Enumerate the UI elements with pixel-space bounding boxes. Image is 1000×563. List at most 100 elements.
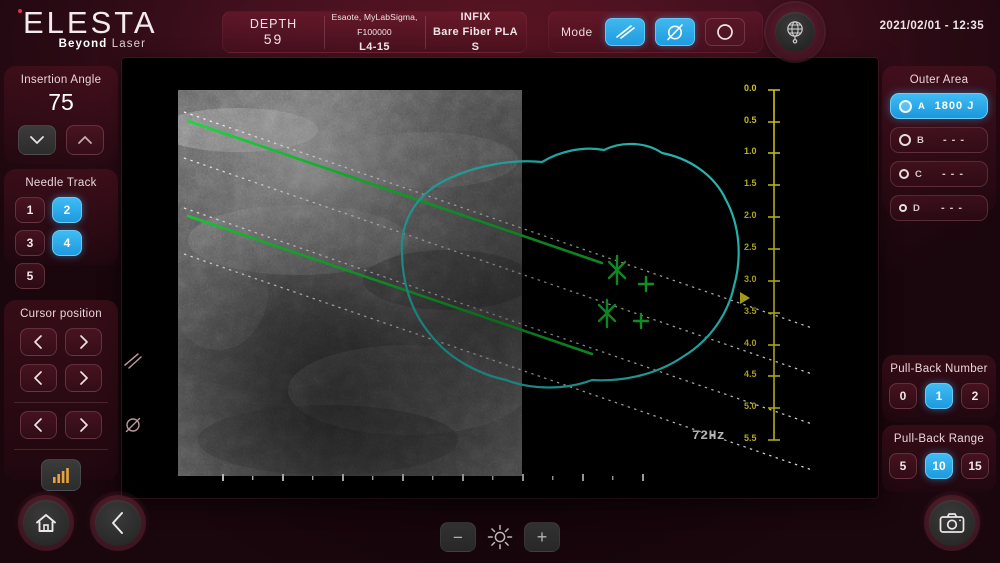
depth-tick-7: 3.5 bbox=[744, 306, 757, 316]
area-value-d: - - - bbox=[925, 202, 979, 214]
circle-icon bbox=[714, 21, 736, 43]
pull-back-number-option-1[interactable]: 1 bbox=[925, 383, 953, 409]
cursor-row2-next-button[interactable] bbox=[65, 364, 102, 392]
outer-area-row-d[interactable]: D - - - bbox=[890, 195, 988, 221]
area-letter-c: C bbox=[915, 169, 927, 180]
cursor-row1-next-button[interactable] bbox=[65, 328, 102, 356]
depth-tick-2: 1.0 bbox=[744, 146, 757, 156]
mode-label: Mode bbox=[561, 25, 593, 39]
area-value-c: - - - bbox=[927, 168, 979, 180]
pull-back-number-group: Pull-Back Number 0 1 2 bbox=[882, 355, 996, 422]
home-icon bbox=[34, 511, 58, 535]
chevron-down-icon bbox=[29, 135, 45, 145]
insertion-angle-title: Insertion Angle bbox=[4, 66, 118, 86]
depth-tick-9: 4.5 bbox=[744, 369, 757, 379]
ultrasound-viewport[interactable]: 0.0 0.5 1.0 1.5 2.0 2.5 3.0 3.5 4.0 4.5 … bbox=[122, 58, 878, 498]
outer-area-group: Outer Area A 1800 J B - - - C - - - D - … bbox=[882, 66, 996, 212]
chevron-right-icon bbox=[78, 417, 89, 433]
outer-area-row-b[interactable]: B - - - bbox=[890, 127, 988, 153]
crossed-circle-icon bbox=[122, 414, 144, 436]
outer-area-row-a[interactable]: A 1800 J bbox=[890, 93, 988, 119]
pull-back-range-option-10[interactable]: 10 bbox=[925, 453, 953, 479]
depth-tick-10: 5.0 bbox=[744, 401, 757, 411]
right-sidebar: Outer Area A 1800 J B - - - C - - - D - … bbox=[878, 62, 1000, 497]
needle-track-option-3[interactable]: 3 bbox=[15, 230, 45, 256]
home-button[interactable] bbox=[14, 491, 78, 555]
pull-back-number-option-2[interactable]: 2 bbox=[961, 383, 989, 409]
cursor-position-row-2 bbox=[4, 364, 118, 392]
pull-back-range-option-15[interactable]: 15 bbox=[961, 453, 989, 479]
cursor-row3-next-button[interactable] bbox=[65, 411, 102, 439]
insertion-angle-decrease-button[interactable] bbox=[18, 125, 56, 155]
pull-back-number-option-0[interactable]: 0 bbox=[889, 383, 917, 409]
brightness-sun-icon bbox=[487, 524, 513, 550]
signal-chart-button[interactable] bbox=[41, 459, 81, 491]
cursor-divider-1 bbox=[14, 402, 108, 403]
area-indicator-a-icon bbox=[899, 100, 912, 113]
cursor-position-row-3 bbox=[4, 411, 118, 439]
back-button-inner bbox=[95, 500, 141, 546]
capture-button-inner bbox=[929, 500, 975, 546]
cursor-row3-prev-button[interactable] bbox=[20, 411, 57, 439]
needle-track-option-4[interactable]: 4 bbox=[52, 230, 82, 256]
cursor-row2-prev-button[interactable] bbox=[20, 364, 57, 392]
globe-icon bbox=[783, 19, 807, 45]
mode-button-parallel-lines[interactable] bbox=[605, 18, 645, 46]
mode-button-crossed-circle[interactable] bbox=[655, 18, 695, 46]
brand-logo: ELESTA Beyond Laser bbox=[18, 6, 218, 50]
insertion-angle-group: Insertion Angle 75 bbox=[4, 66, 118, 164]
depth-tick-6: 3.0 bbox=[744, 274, 757, 284]
depth-tick-3: 1.5 bbox=[744, 178, 757, 188]
depth-label: DEPTH bbox=[227, 17, 320, 32]
pull-back-range-title: Pull-Back Range bbox=[882, 425, 996, 445]
needle-track-option-1[interactable]: 1 bbox=[15, 197, 45, 223]
needle-track-option-5[interactable]: 5 bbox=[15, 263, 45, 289]
depth-tick-0: 0.0 bbox=[744, 83, 757, 93]
back-button[interactable] bbox=[86, 491, 150, 555]
brightness-increase-button[interactable]: + bbox=[524, 522, 560, 552]
needle-track-title: Needle Track bbox=[4, 169, 118, 189]
brightness-decrease-button[interactable]: − bbox=[440, 522, 476, 552]
chevron-left-icon bbox=[33, 334, 44, 350]
parallel-lines-icon bbox=[122, 350, 144, 372]
left-sidebar: Insertion Angle 75 Needle Track 1 bbox=[0, 62, 122, 497]
area-indicator-d-icon bbox=[899, 204, 907, 212]
chevron-left-icon bbox=[109, 510, 127, 536]
frame-rate-label: 72Hz bbox=[692, 428, 725, 443]
depth-tick-5: 2.5 bbox=[744, 242, 757, 252]
needle-track-options: 1 2 3 4 5 bbox=[4, 189, 118, 300]
depth-tick-8: 4.0 bbox=[744, 338, 757, 348]
device-fiber: Bare Fiber PLA S bbox=[429, 25, 522, 55]
crossed-circle-icon bbox=[664, 21, 686, 43]
area-value-a: 1800 J bbox=[930, 100, 979, 112]
area-letter-a: A bbox=[918, 101, 930, 112]
device-info: INFIX Bare Fiber PLA S bbox=[425, 10, 526, 55]
clock-timestamp: 2021/02/01 - 12:35 bbox=[880, 20, 984, 32]
brand-name: ELESTA bbox=[18, 6, 218, 40]
chevron-left-icon bbox=[33, 417, 44, 433]
pull-back-range-option-5[interactable]: 5 bbox=[889, 453, 917, 479]
mode-button-circle[interactable] bbox=[705, 18, 745, 46]
area-indicator-c-icon bbox=[899, 169, 909, 179]
chevron-up-icon bbox=[77, 135, 93, 145]
needle-track-option-2[interactable]: 2 bbox=[52, 197, 82, 223]
knob-inner bbox=[775, 12, 815, 52]
insertion-angle-increase-button[interactable] bbox=[66, 125, 104, 155]
depth-tick-4: 2.0 bbox=[744, 210, 757, 220]
cursor-row1-prev-button[interactable] bbox=[20, 328, 57, 356]
depth-value: 59 bbox=[227, 32, 320, 47]
outer-area-row-c[interactable]: C - - - bbox=[890, 161, 988, 187]
parallel-lines-icon bbox=[613, 23, 637, 41]
header-bar: ELESTA Beyond Laser DEPTH 59 Esaote, MyL… bbox=[0, 0, 1000, 62]
area-value-b: - - - bbox=[929, 134, 979, 146]
probe-info: Esaote, MyLabSigma, F100000 L4-15 bbox=[324, 10, 425, 55]
minus-icon: − bbox=[453, 529, 463, 546]
logo-dot-icon bbox=[18, 9, 22, 13]
capture-button[interactable] bbox=[920, 491, 984, 555]
area-letter-b: B bbox=[917, 135, 929, 146]
area-indicator-b-icon bbox=[899, 134, 911, 146]
insertion-angle-value: 75 bbox=[4, 89, 118, 116]
navigation-knob[interactable] bbox=[766, 3, 824, 61]
cursor-divider-2 bbox=[14, 449, 108, 450]
cursor-position-row-1 bbox=[4, 328, 118, 356]
